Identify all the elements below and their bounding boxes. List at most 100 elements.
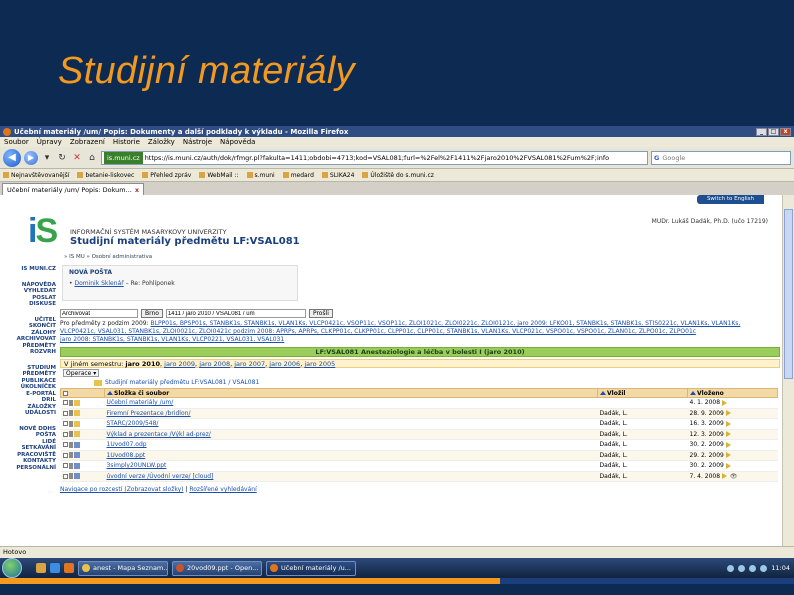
site-identity-badge[interactable]: is.muni.cz xyxy=(104,151,143,164)
edit-icon[interactable] xyxy=(69,420,74,427)
bookmark-item[interactable]: medard xyxy=(282,172,314,179)
flag-icon[interactable] xyxy=(725,462,731,469)
scrollbar-thumb[interactable] xyxy=(784,209,793,379)
edit-icon[interactable] xyxy=(69,431,74,438)
minimize-button[interactable]: _ xyxy=(756,127,767,136)
menu-soubor[interactable]: Soubor xyxy=(4,138,29,146)
sort-icon[interactable] xyxy=(690,391,696,395)
row-checkbox[interactable] xyxy=(62,421,68,427)
tab-close-icon[interactable]: x xyxy=(135,186,139,194)
file-link[interactable]: 1Uvod07.odp xyxy=(107,441,147,448)
flag-icon[interactable] xyxy=(725,420,731,427)
menu-napoveda[interactable]: Nápověda xyxy=(220,138,255,146)
folder-icon[interactable] xyxy=(36,563,46,573)
operations-select[interactable]: Operace ▾ xyxy=(63,369,100,377)
sort-icon[interactable] xyxy=(107,391,113,395)
sidebar-item[interactable]: UČITEL SKONČIT ZÁLOHY ARCHIVOVAT PŘEDMĚTY ROZ… xyxy=(16,317,56,356)
row-checkbox[interactable] xyxy=(62,452,68,458)
navigation-link[interactable]: Navigace po rozcestí (Zobrazovat složky) xyxy=(60,486,184,493)
reload-icon[interactable]: ↻ xyxy=(56,152,68,164)
url-bar[interactable]: is.muni.cz https://is.muni.cz/auth/dok/r… xyxy=(101,150,648,165)
news-sender-link[interactable]: Dominik Sklenář xyxy=(74,280,123,287)
file-link[interactable]: STARC/2009/548/ xyxy=(107,420,159,427)
flag-icon[interactable] xyxy=(725,452,731,459)
folder-title[interactable]: Studijní materiály předmětu LF:VSAL081 /… xyxy=(60,379,780,388)
filter-button-1[interactable]: Brno xyxy=(141,309,163,318)
bookmark-item[interactable]: s.muni xyxy=(246,172,275,179)
search-input[interactable]: G Google xyxy=(651,150,791,165)
flag-icon[interactable] xyxy=(725,431,731,438)
file-link[interactable]: Výklad a prezentace /Výkl ad-prez/ xyxy=(107,431,211,438)
stop-icon[interactable]: ✕ xyxy=(71,152,83,164)
edit-icon[interactable] xyxy=(69,410,74,417)
back-button[interactable]: ◀ xyxy=(3,148,21,167)
file-link[interactable]: 1Uvod08.ppt xyxy=(107,452,146,459)
flag-icon[interactable] xyxy=(725,410,731,417)
home-icon[interactable]: ⌂ xyxy=(86,152,98,164)
menu-nastroje[interactable]: Nástroje xyxy=(183,138,212,146)
bookmark-item[interactable]: Nejnavštěvovanější xyxy=(3,172,69,179)
sidebar-item[interactable]: NÁPOVĚDA VYHLEDAT POSLAT DISKUSE xyxy=(16,282,56,308)
forward-button[interactable]: ▶ xyxy=(24,150,38,165)
file-link[interactable]: 3simply20UNLW.ppt xyxy=(107,462,167,469)
tab-active[interactable]: Učební materiály /um/ Popis: Dokum... x xyxy=(2,183,145,195)
bookmark-item[interactable]: WebMail :: xyxy=(199,172,239,179)
filter-button-2[interactable]: Prošli xyxy=(308,309,333,318)
menu-upravy[interactable]: Úpravy xyxy=(37,138,62,146)
sidebar-item[interactable]: STUDIUM PŘEDMĚTY PUBLIKACE ÚKOLNÍČEK E-PORTÁ… xyxy=(16,365,56,417)
breadcrumb[interactable]: » IS MU » Osobní administrativa xyxy=(64,254,152,260)
bookmark-item[interactable]: betanie-liskovec xyxy=(77,172,134,179)
header-date[interactable]: Vloženo xyxy=(687,388,778,398)
clock[interactable]: 11:04 xyxy=(771,564,790,572)
tray-icon[interactable] xyxy=(738,564,746,572)
row-checkbox[interactable] xyxy=(62,463,68,469)
tray-icon[interactable] xyxy=(727,564,735,572)
edit-icon[interactable] xyxy=(69,473,74,480)
row-checkbox[interactable] xyxy=(62,473,68,479)
sidebar-item[interactable]: NOVÉ DDHS POŠTA LIDÉ SETKÁVÁNÍ PRACOVIŠTĚ KON… xyxy=(16,426,56,472)
menu-historie[interactable]: Historie xyxy=(113,138,140,146)
header-author[interactable]: Vložil xyxy=(597,388,688,398)
semester-link[interactable]: jaro 2009 xyxy=(164,360,195,368)
sort-icon[interactable] xyxy=(600,391,606,395)
row-checkbox[interactable] xyxy=(62,410,68,416)
flag-icon[interactable] xyxy=(721,399,727,406)
taskbar-item[interactable]: anest - Mapa Seznam... xyxy=(78,560,168,576)
history-links-1[interactable]: BLPP01s, BPSP01s, STANBK1s, STANBK1s, VL… xyxy=(151,320,741,327)
file-link[interactable]: Učební materiály /um/ xyxy=(107,399,174,406)
semester-link[interactable]: jaro 2006 xyxy=(269,360,300,368)
header-name[interactable]: Složka či soubor xyxy=(104,388,598,398)
menu-zalozky[interactable]: Záložky xyxy=(148,138,175,146)
close-button[interactable]: x xyxy=(780,127,791,136)
edit-icon[interactable] xyxy=(69,452,74,459)
vertical-scrollbar[interactable] xyxy=(782,195,794,546)
edit-icon[interactable] xyxy=(69,399,74,406)
file-link[interactable]: Firemní Prezentace /bridlon/ xyxy=(107,410,191,417)
edit-icon[interactable] xyxy=(69,441,74,448)
menu-zobrazeni[interactable]: Zobrazení xyxy=(70,138,105,146)
advanced-search-link[interactable]: Rozšířené vyhledávání xyxy=(189,486,256,493)
row-checkbox[interactable] xyxy=(62,431,68,437)
row-checkbox[interactable] xyxy=(62,400,68,406)
history-links-3[interactable]: jaro 2008: STANBK1s, STANBK1s, VLAN1Ks, … xyxy=(60,336,284,343)
flag-icon[interactable] xyxy=(725,441,731,448)
bookmark-item[interactable]: SLIKA24 xyxy=(321,172,354,179)
volume-icon[interactable] xyxy=(760,564,768,572)
ie-icon[interactable] xyxy=(50,563,60,573)
semester-link[interactable]: jaro 2007 xyxy=(234,360,265,368)
history-links-2[interactable]: VLCP0421c, VSAL031, STANBK1s, ZLOI0021c,… xyxy=(60,328,696,335)
row-checkbox[interactable] xyxy=(62,442,68,448)
archive-field[interactable] xyxy=(60,309,138,318)
sidebar-item[interactable]: IS MUNI.CZ xyxy=(16,266,56,273)
select-all-checkbox[interactable] xyxy=(63,390,68,396)
flag-icon[interactable] xyxy=(721,473,727,480)
maximize-button[interactable]: □ xyxy=(768,127,779,136)
semester-link[interactable]: jaro 2005 xyxy=(304,360,335,368)
taskbar-item-active[interactable]: Učební materiály /u... xyxy=(266,560,356,576)
tray-icon[interactable] xyxy=(749,564,757,572)
bookmark-item[interactable]: Přehled zpráv xyxy=(142,172,191,179)
firefox-icon[interactable] xyxy=(64,563,74,573)
edit-icon[interactable] xyxy=(69,462,74,469)
file-link[interactable]: úvodní verze /Úvodní verze/ [cloud] xyxy=(107,473,214,480)
bookmark-item[interactable]: Úložiště do s.muni.cz xyxy=(362,172,434,179)
